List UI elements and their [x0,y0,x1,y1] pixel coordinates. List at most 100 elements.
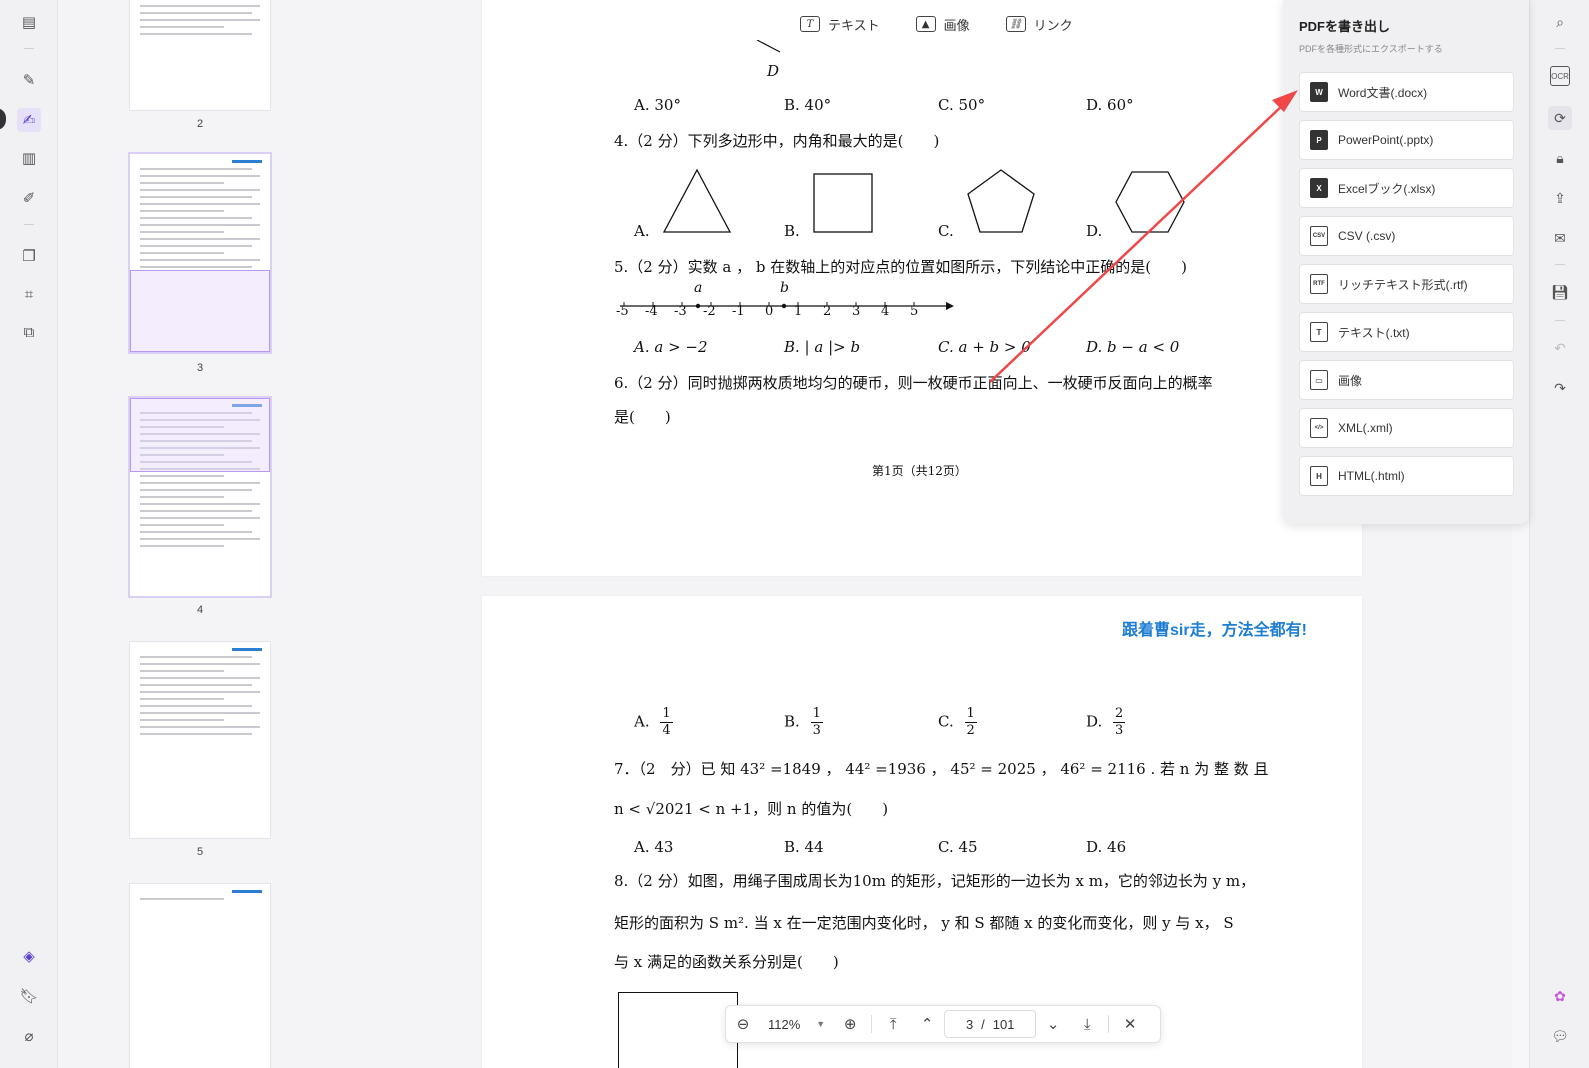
export-option-label: HTML(.html) [1338,469,1405,483]
last-page-button[interactable]: ⤓ [1070,1009,1104,1039]
export-excel-button[interactable]: X Excelブック(.xlsx) [1299,168,1514,208]
thumbnail-page-5[interactable] [130,642,270,838]
ocr-icon[interactable]: OCR [1550,66,1570,86]
geometry-line-fragment [756,40,781,53]
question-8-line-3: 与 x 满足的函数关系分别是( ) [614,953,839,971]
html-icon: H [1310,466,1328,486]
thumbnail-page-3[interactable] [130,154,270,352]
form-icon[interactable]: ✐ [17,186,41,210]
add-text-button[interactable]: T テキスト [800,15,880,34]
tick-label: -4 [645,304,658,319]
export-html-button[interactable]: H HTML(.html) [1299,456,1514,496]
fraction: 13 [810,706,823,738]
rectangle-figure [618,992,738,1068]
q5-option-b: B. | a |> b [784,338,861,356]
layers-icon[interactable]: ◈ [17,944,41,968]
ai-assistant-icon[interactable]: ✿ [1548,984,1572,1008]
crop-icon[interactable]: ⌗ [17,282,41,306]
organize-pages-icon[interactable]: ❐ [17,244,41,268]
export-option-label: CSV (.csv) [1338,229,1396,243]
tick-label: 5 [910,304,919,319]
right-toolbar: ⌕ OCR ⟳ 🔒︎ ⇪ ✉ 💾︎ ↶ ↷ ✿ 💬︎ [1529,0,1589,1068]
zoom-out-button[interactable]: ⊖ [726,1009,760,1039]
tick-label: -2 [703,304,716,319]
text-icon: T [800,16,820,32]
panel-subtitle: PDFを各種形式にエクスポートする [1299,44,1443,54]
tick-label: 0 [765,304,774,319]
rtf-icon: RTF [1310,274,1328,294]
thumbnail-page-2[interactable] [130,0,270,110]
zoom-in-button[interactable]: ⊕ [833,1009,867,1039]
pdf-page: D A. 30° B. 40° C. 50° D. 60° 4.（2 分）下列多… [482,0,1362,576]
fraction: 14 [660,706,673,738]
email-icon[interactable]: ✉ [1548,226,1572,250]
export-txt-button[interactable]: T テキスト(.txt) [1299,312,1514,352]
export-option-label: リッチテキスト形式(.rtf) [1338,277,1468,292]
q4-label-d: D. [1086,222,1103,240]
excel-icon: X [1310,178,1328,198]
export-image-button[interactable]: ▭ 画像 [1299,360,1514,400]
word-icon: W [1310,82,1328,102]
undo-icon[interactable]: ↶ [1548,336,1572,360]
bookmark-icon[interactable]: 🔖︎ [17,984,41,1008]
edit-pdf-icon[interactable]: ✍ [17,108,41,132]
add-image-button[interactable]: ▲ 画像 [915,15,970,34]
export-csv-button[interactable]: CSV CSV (.csv) [1299,216,1514,256]
pdf-page: 跟着曹sir走，方法全都有! A. 14 B. 13 C. 12 D. 23 7… [482,596,1362,1068]
thumbnail-toggle-icon[interactable]: ▤ [17,10,41,34]
comment-icon[interactable]: 💬︎ [1548,1024,1572,1048]
panel-collapse-handle[interactable] [0,108,6,130]
compare-icon[interactable]: ⧉ [17,320,41,344]
page-number-input[interactable]: 3 / 101 [944,1010,1037,1038]
separator [871,1015,873,1033]
close-icon[interactable]: ✕ [1113,1009,1147,1039]
triangle-shape [662,168,732,233]
question-8-line-2: 矩形的面积为 S m². 当 x 在一定范围内变化时， y 和 S 都随 x 的… [614,914,1234,932]
convert-icon[interactable]: ⟳ [1548,106,1572,130]
reader-icon[interactable]: ▥ [17,146,41,170]
protect-icon[interactable]: 🔒︎ [1548,146,1572,170]
add-link-button[interactable]: ⛓ リンク [1005,15,1073,34]
first-page-button[interactable]: ⤒ [876,1009,910,1039]
tick-label: -1 [732,304,745,319]
export-xml-button[interactable]: </> XML(.xml) [1299,408,1514,448]
tick-label: 1 [794,304,803,319]
highlight-icon[interactable]: ✎ [17,68,41,92]
zoom-select[interactable]: 112% ▼ [760,1017,833,1032]
q7-option-a: A. 43 [634,838,674,856]
export-powerpoint-button[interactable]: P PowerPoint(.pptx) [1299,120,1514,160]
separator [24,48,34,49]
square-shape [813,173,873,233]
tick-label: 2 [823,304,832,319]
numberline-label-b: b [780,280,789,296]
q7-option-c: C. 45 [938,838,978,856]
share-icon[interactable]: ⇪ [1548,186,1572,210]
question-5: 5.（2 分）实数 a ， b 在数轴上的对应点的位置如图所示，下列结论中正确的… [614,258,1187,276]
txt-icon: T [1310,322,1328,342]
hexagon-shape [1115,171,1185,233]
page-separator: / [981,1016,985,1032]
export-option-label: XML(.xml) [1338,421,1393,435]
thumbnail-page-number: 5 [196,846,204,858]
export-word-button[interactable]: W Word文書(.docx) [1299,72,1514,112]
image-icon: ▭ [1310,370,1328,390]
q5-option-d: D. b − a < 0 [1086,338,1180,356]
image-icon: ▲ [915,16,936,32]
question-7-line-2: n < √2021 < n +1，则 n 的值为( ) [614,800,889,818]
thumbnail-viewport-highlight [130,270,270,352]
export-pdf-panel: PDFを書き出し PDFを各種形式にエクスポートする W Word文書(.doc… [1283,0,1529,524]
page-header-slogan: 跟着曹sir走，方法全都有! [1122,622,1307,639]
redo-icon[interactable]: ↷ [1548,376,1572,400]
thumbnail-page-6[interactable] [130,884,270,1068]
tick-label: -5 [616,304,629,319]
attachment-icon[interactable]: ⌀ [17,1024,41,1048]
previous-page-button[interactable]: ⌃ [910,1009,944,1039]
thumbnail-page-4[interactable] [130,398,270,596]
search-icon[interactable]: ⌕ [1548,10,1572,34]
save-icon[interactable]: 💾︎ [1548,280,1572,304]
separator [1555,264,1565,265]
export-rtf-button[interactable]: RTF リッチテキスト形式(.rtf) [1299,264,1514,304]
question-7-line-1: 7．（2 分）已 知 43² =1849 ， 44² =1936 ， 45² =… [614,760,1269,778]
next-page-button[interactable]: ⌄ [1036,1009,1070,1039]
tick-label: 4 [881,304,890,319]
